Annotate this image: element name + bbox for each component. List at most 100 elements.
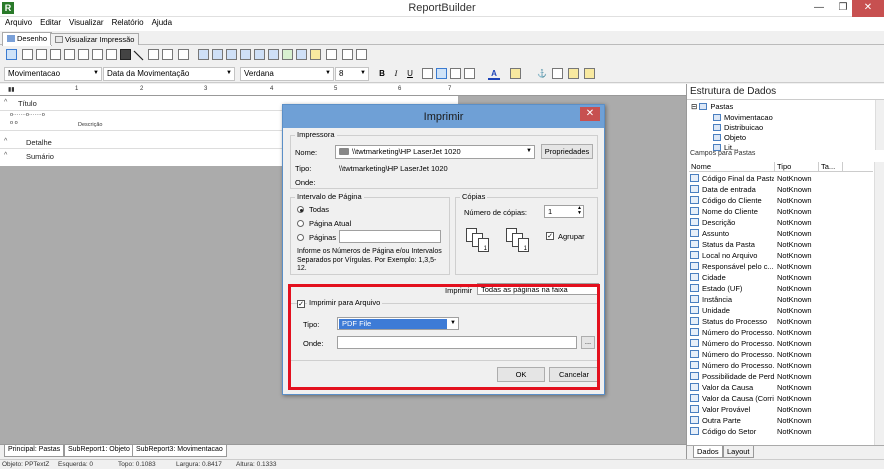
menu-visualizar[interactable]: Visualizar: [66, 17, 107, 28]
tree-scrollbar[interactable]: [875, 100, 884, 150]
radio-paginas[interactable]: [297, 234, 304, 241]
col-nome[interactable]: Nome: [689, 162, 775, 172]
line-tool-icon[interactable]: [133, 50, 144, 61]
dbbarcode-tool-icon[interactable]: [268, 49, 279, 60]
subreport-tool-icon[interactable]: [310, 49, 321, 60]
menu-relatorio[interactable]: Relatório: [109, 17, 147, 28]
collapse-caret-icon[interactable]: ^: [4, 152, 7, 159]
copies-input[interactable]: 1 ▲ ▼: [544, 205, 584, 218]
highlight-color-icon[interactable]: [510, 68, 521, 79]
shape-tool-icon[interactable]: [92, 49, 103, 60]
properties-button[interactable]: Propriedades: [541, 144, 593, 159]
pages-input[interactable]: [339, 230, 441, 243]
collapse-caret-icon[interactable]: ^: [4, 138, 7, 145]
tab-dados[interactable]: Dados: [693, 446, 723, 458]
tree-item-pastas[interactable]: ⊟ Pastas: [691, 102, 733, 111]
field-row[interactable]: Número do Processo... NotKnown: [689, 360, 875, 371]
dbcheckbox-tool-icon[interactable]: [282, 49, 293, 60]
page-break-tool-icon[interactable]: [326, 49, 337, 60]
agrupar-checkbox[interactable]: ✓: [546, 232, 554, 240]
menu-editar[interactable]: Editar: [37, 17, 64, 28]
bold-button[interactable]: B: [376, 68, 388, 80]
selection-handle-icon[interactable]: o·······o·······o: [10, 112, 45, 118]
memo-tool-icon[interactable]: [36, 49, 47, 60]
field-row[interactable]: Código do Setor NotKnown: [689, 426, 875, 437]
field-row[interactable]: Descrição NotKnown: [689, 217, 875, 228]
col-tipo[interactable]: Tipo: [775, 162, 819, 172]
radio-pagina-atual[interactable]: [297, 220, 304, 227]
field-row[interactable]: Nome do Cliente NotKnown: [689, 206, 875, 217]
tab-layout[interactable]: Layout: [723, 446, 754, 458]
tree-item-movimentacao[interactable]: Movimentacao: [713, 113, 773, 122]
font-color-icon[interactable]: A: [488, 68, 500, 80]
field-row[interactable]: Status da Pasta NotKnown: [689, 239, 875, 250]
align-justify-icon[interactable]: [464, 68, 475, 79]
field-row[interactable]: Número do Processo... NotKnown: [689, 349, 875, 360]
field-row[interactable]: Status do Processo NotKnown: [689, 316, 875, 327]
dbchart-tool-icon[interactable]: [296, 49, 307, 60]
align-right-icon[interactable]: [450, 68, 461, 79]
field-descricao[interactable]: Descrição: [78, 122, 102, 128]
fields-scrollbar[interactable]: [874, 162, 884, 445]
dbcalc-tool-icon[interactable]: [240, 49, 251, 60]
field-row[interactable]: Cidade NotKnown: [689, 272, 875, 283]
field-row[interactable]: Código do Cliente NotKnown: [689, 195, 875, 206]
band-detalhe[interactable]: Detalhe: [26, 138, 52, 147]
underline-button[interactable]: U: [404, 68, 416, 80]
close-button[interactable]: ✕: [852, 0, 884, 17]
table-tool-icon[interactable]: [162, 49, 173, 60]
region-tool-icon[interactable]: [106, 49, 117, 60]
image-tool-icon[interactable]: [78, 49, 89, 60]
italic-button[interactable]: I: [390, 68, 402, 80]
field-row[interactable]: Valor da Causa NotKnown: [689, 382, 875, 393]
dbrichtext-tool-icon[interactable]: [226, 49, 237, 60]
label-tool-icon[interactable]: [22, 49, 33, 60]
crosstab-tool-icon[interactable]: [178, 49, 189, 60]
field-row[interactable]: Outra Parte NotKnown: [689, 415, 875, 426]
font-combo[interactable]: Verdana ▼: [240, 67, 334, 81]
align-left-icon[interactable]: [422, 68, 433, 79]
tab-subreport3-movimentacao[interactable]: SubReport3: Movimentacao: [132, 445, 227, 457]
field-row[interactable]: Assunto NotKnown: [689, 228, 875, 239]
send-back-icon[interactable]: [568, 68, 579, 79]
col-tamanho[interactable]: Ta...: [819, 162, 843, 172]
font-size-combo[interactable]: 8 ▼: [335, 67, 369, 81]
align-center-icon[interactable]: [436, 68, 447, 79]
dbimage-tool-icon[interactable]: [254, 49, 265, 60]
field-row[interactable]: Data de entrada NotKnown: [689, 184, 875, 195]
band-sumario[interactable]: Sumário: [26, 152, 54, 161]
band-titulo[interactable]: Título: [18, 99, 37, 108]
field-row[interactable]: Possibilidade de Perda NotKnown: [689, 371, 875, 382]
restore-button[interactable]: ❐: [832, 0, 854, 17]
field-row[interactable]: Unidade NotKnown: [689, 305, 875, 316]
collapse-caret-icon[interactable]: ^: [4, 99, 7, 106]
group-objects-icon[interactable]: [584, 68, 595, 79]
select-arrow-icon[interactable]: [6, 49, 17, 60]
field-row[interactable]: Estado (UF) NotKnown: [689, 283, 875, 294]
richtext-tool-icon[interactable]: [50, 49, 61, 60]
field-row[interactable]: Número do Processo... NotKnown: [689, 338, 875, 349]
dbmemo-tool-icon[interactable]: [212, 49, 223, 60]
spinner-icon[interactable]: ▲ ▼: [577, 206, 582, 216]
printer-select[interactable]: \\twtmarketing\HP LaserJet 1020 ▼: [335, 145, 535, 159]
crossref-tool-icon[interactable]: [356, 49, 367, 60]
barcode-tool-icon[interactable]: [120, 49, 131, 60]
tab-desenho[interactable]: Desenho: [2, 32, 53, 46]
dbtext-tool-icon[interactable]: [198, 49, 209, 60]
bring-front-icon[interactable]: [552, 68, 563, 79]
tab-principal-pastas[interactable]: Principal: Pastas: [4, 445, 65, 457]
menu-arquivo[interactable]: Arquivo: [2, 17, 35, 28]
dataset-combo[interactable]: Movimentacao ▼: [4, 67, 102, 81]
selection-handle-icon[interactable]: o o: [10, 120, 18, 126]
field-combo[interactable]: Data da Movimentação ▼: [103, 67, 235, 81]
field-row[interactable]: Valor da Causa (Corri... NotKnown: [689, 393, 875, 404]
field-row[interactable]: Número do Processo... NotKnown: [689, 327, 875, 338]
anchor-icon[interactable]: ⚓: [536, 68, 548, 80]
calc-tool-icon[interactable]: [64, 49, 75, 60]
field-row[interactable]: Código Final da Pasta NotKnown: [689, 173, 875, 184]
tab-visualizar-impressao[interactable]: Visualizar Impressão: [50, 33, 140, 45]
field-row[interactable]: Instância NotKnown: [689, 294, 875, 305]
field-row[interactable]: Local no Arquivo NotKnown: [689, 250, 875, 261]
field-row[interactable]: Valor Provável NotKnown: [689, 404, 875, 415]
tab-subreport1-objeto[interactable]: SubReport1: Objeto: [64, 445, 134, 457]
